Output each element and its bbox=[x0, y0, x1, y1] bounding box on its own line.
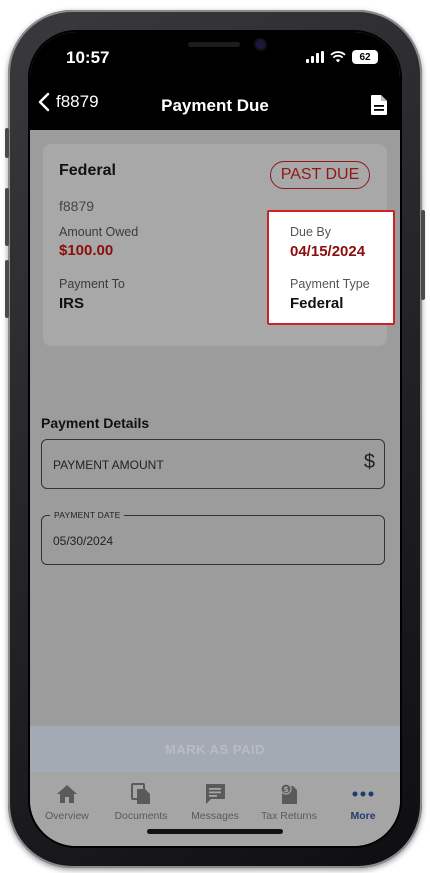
due-info-highlight: Due By 04/15/2024 Payment Type Federal bbox=[267, 210, 395, 325]
payment-date-field[interactable]: PAYMENT DATE 05/30/2024 bbox=[41, 510, 385, 565]
power-button bbox=[421, 210, 425, 300]
volume-up-button bbox=[5, 188, 9, 246]
status-badge: PAST DUE bbox=[270, 161, 370, 189]
payment-type-label: Payment Type bbox=[290, 277, 370, 291]
page-title: Payment Due bbox=[161, 96, 269, 115]
screen: 10:57 62 f8879 Payment Due Federal PAST … bbox=[30, 32, 400, 846]
tab-label-tax-returns: Tax Returns bbox=[260, 810, 318, 822]
tab-label-messages: Messages bbox=[191, 810, 239, 822]
due-by-label: Due By bbox=[290, 225, 331, 239]
payment-details-title: Payment Details bbox=[41, 415, 150, 431]
amount-owed-label: Amount Owed bbox=[59, 225, 139, 239]
svg-text:$: $ bbox=[283, 785, 289, 794]
home-icon bbox=[57, 785, 77, 803]
more-icon bbox=[352, 791, 374, 797]
tax-returns-icon: $ bbox=[280, 783, 297, 804]
documents-icon bbox=[131, 783, 150, 804]
payment-amount-field[interactable]: PAYMENT AMOUNT $ bbox=[41, 439, 385, 489]
due-by-value: 04/15/2024 bbox=[290, 243, 366, 260]
home-indicator[interactable] bbox=[147, 829, 283, 834]
main-content: Federal PAST DUE f8879 Amount Owed $100.… bbox=[30, 130, 400, 726]
tab-tax-returns[interactable]: $ Tax Returns bbox=[252, 782, 326, 822]
silent-switch bbox=[5, 128, 9, 158]
tab-label-more: More bbox=[350, 810, 376, 822]
navigation-bar: f8879 Payment Due bbox=[30, 82, 400, 130]
payment-to-value: IRS bbox=[59, 295, 85, 312]
payment-amount-placeholder: PAYMENT AMOUNT bbox=[53, 458, 164, 472]
card-title: Federal bbox=[59, 162, 116, 179]
document-button[interactable] bbox=[370, 94, 388, 121]
document-icon bbox=[371, 95, 387, 115]
mark-as-paid-button[interactable]: MARK AS PAID bbox=[30, 726, 400, 772]
payment-to-label: Payment To bbox=[59, 277, 125, 291]
tab-overview[interactable]: Overview bbox=[30, 782, 104, 822]
status-bar: 10:57 62 bbox=[30, 32, 400, 82]
status-time: 10:57 bbox=[66, 48, 110, 67]
front-camera bbox=[256, 40, 265, 49]
tab-more[interactable]: More bbox=[326, 782, 400, 822]
payment-date-label: PAYMENT DATE bbox=[50, 510, 125, 520]
screen-bezel: 10:57 62 f8879 Payment Due Federal PAST … bbox=[28, 30, 402, 848]
payment-summary-card: Federal PAST DUE f8879 Amount Owed $100.… bbox=[43, 144, 395, 346]
speaker bbox=[188, 42, 240, 47]
signal-icon bbox=[306, 51, 324, 63]
tab-documents[interactable]: Documents bbox=[104, 782, 178, 822]
notch bbox=[126, 32, 304, 64]
tab-messages[interactable]: Messages bbox=[178, 782, 252, 822]
message-icon bbox=[205, 784, 225, 804]
battery-icon: 62 bbox=[352, 50, 378, 64]
wifi-icon bbox=[330, 51, 346, 63]
tab-bar: Overview Documents Messages $ Tax Return… bbox=[30, 772, 400, 846]
amount-owed-value: $100.00 bbox=[59, 242, 114, 259]
payment-type-value: Federal bbox=[290, 295, 344, 312]
tab-label-overview: Overview bbox=[45, 810, 89, 822]
payment-date-value: 05/30/2024 bbox=[53, 534, 114, 548]
phone-frame: 10:57 62 f8879 Payment Due Federal PAST … bbox=[5, 10, 425, 868]
status-icons: 62 bbox=[306, 50, 378, 64]
form-id: f8879 bbox=[59, 198, 95, 214]
tab-label-documents: Documents bbox=[114, 810, 168, 822]
dollar-icon: $ bbox=[363, 451, 375, 473]
volume-down-button bbox=[5, 260, 9, 318]
